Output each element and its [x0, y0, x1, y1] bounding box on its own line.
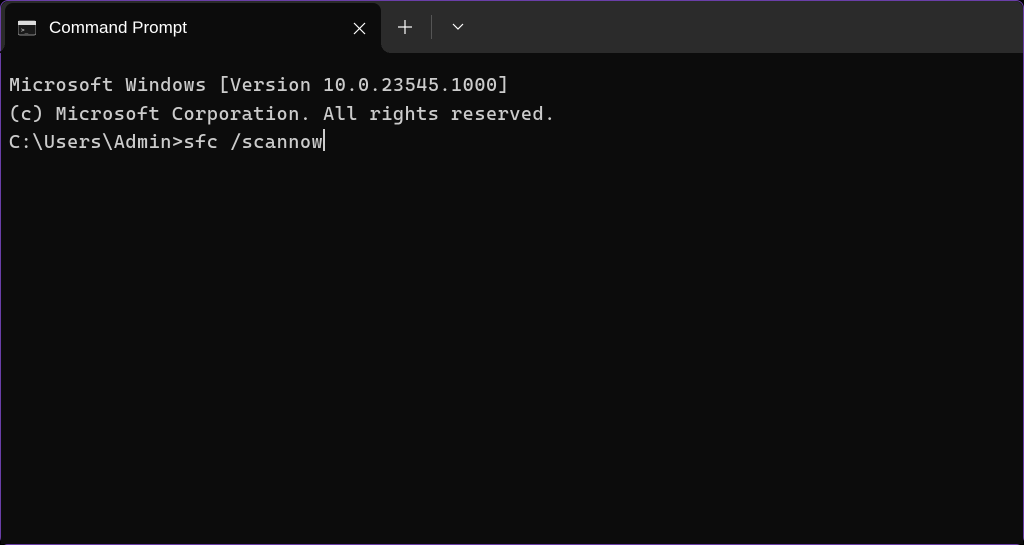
tab-title: Command Prompt: [49, 18, 345, 38]
tab-actions: [381, 1, 482, 53]
svg-text:>_: >_: [21, 27, 29, 34]
terminal-content[interactable]: Microsoft Windows [Version 10.0.23545.10…: [1, 53, 1023, 544]
terminal-version-line: Microsoft Windows [Version 10.0.23545.10…: [9, 71, 1015, 100]
terminal-prompt: C:\Users\Admin>: [9, 131, 184, 153]
titlebar: >_ Command Prompt: [1, 1, 1023, 53]
tab-command-prompt[interactable]: >_ Command Prompt: [5, 3, 381, 53]
terminal-cursor: [323, 129, 325, 151]
plus-icon: [398, 20, 412, 34]
tab-divider: [431, 15, 432, 39]
close-tab-button[interactable]: [345, 14, 373, 42]
chevron-down-icon: [452, 23, 464, 31]
command-prompt-icon: >_: [17, 18, 37, 38]
terminal-prompt-line: C:\Users\Admin>sfc /scannow: [9, 128, 1015, 157]
tab-dropdown-button[interactable]: [434, 1, 482, 53]
terminal-command: sfc /scannow: [184, 131, 324, 153]
terminal-copyright-line: (c) Microsoft Corporation. All rights re…: [9, 100, 1015, 129]
